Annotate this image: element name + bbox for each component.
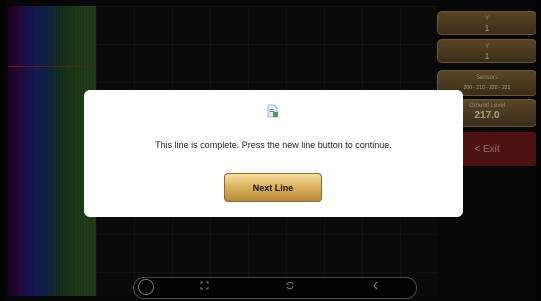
next-line-button[interactable]: Next Line <box>224 173 322 202</box>
dialog-message: This line is complete. Press the new lin… <box>155 140 392 150</box>
file-icon <box>267 104 279 118</box>
line-complete-dialog: This line is complete. Press the new lin… <box>84 90 463 217</box>
